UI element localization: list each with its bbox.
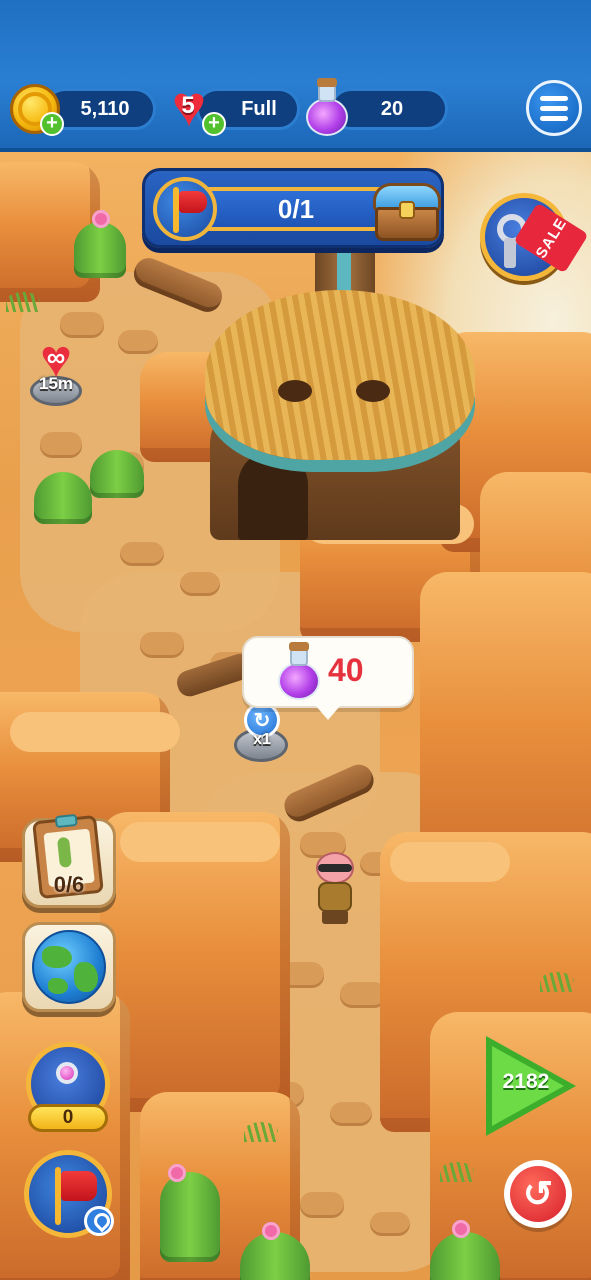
cliff-top: [120, 822, 280, 862]
cliff-top: [390, 842, 510, 882]
potion-icon: [304, 78, 350, 136]
grass-tuft: [540, 972, 574, 992]
sale-label: SALE: [532, 214, 570, 262]
hut-door: [238, 450, 308, 540]
path-stone: [180, 572, 220, 596]
grass-tuft: [440, 1162, 474, 1182]
unlimited-lives-timer: 15m: [38, 374, 74, 393]
cactus-flower: [452, 1220, 470, 1238]
quest-progress-bar[interactable]: 0/1: [142, 168, 444, 248]
cactus: [34, 472, 92, 524]
hut-roof: [205, 290, 475, 460]
path-stone: [300, 1192, 344, 1218]
globe-icon: [32, 930, 106, 1004]
infinity-symbol: ∞: [46, 342, 66, 372]
cactus: [90, 450, 144, 498]
lives-status: Full: [241, 97, 277, 120]
keys-count: 0: [28, 1104, 108, 1132]
reward-bubble[interactable]: 40: [242, 636, 414, 720]
treasure-chest-icon: [373, 179, 441, 243]
cactus: [160, 1172, 220, 1262]
cactus-flower: [262, 1222, 280, 1240]
undo-arrow-icon[interactable]: ↺: [510, 1166, 566, 1222]
quest-progress-text: 0/1: [277, 193, 315, 224]
plus-icon[interactable]: +: [202, 112, 226, 136]
plus-icon[interactable]: +: [40, 112, 64, 136]
collection-progress: 0/6: [53, 872, 85, 897]
location-pin-icon[interactable]: [84, 1206, 114, 1236]
cactus-flower: [92, 210, 110, 228]
play-level-number: 2182: [502, 1070, 550, 1093]
reward-amount: 40: [328, 652, 364, 688]
key-shaft: [504, 238, 516, 268]
coins-value: 5,110: [80, 97, 130, 120]
potions-value: 20: [380, 97, 404, 120]
keys-icon: [56, 1062, 78, 1084]
cactus-flower: [168, 1164, 186, 1182]
cactus: [74, 222, 126, 278]
potion-icon: [276, 642, 320, 700]
grass-tuft: [6, 292, 40, 312]
node-counter: x1: [253, 731, 271, 748]
red-flag-cloth: [61, 1171, 97, 1201]
hut-window: [356, 380, 390, 402]
red-flag-icon: [153, 177, 217, 241]
cliff-top: [10, 712, 180, 752]
path-stone: [120, 542, 164, 566]
pig-character: [310, 852, 360, 926]
quest-progress-track: 0/1: [201, 187, 391, 231]
path-stone: [140, 632, 184, 658]
path-stone: [118, 330, 158, 354]
grass-tuft: [244, 1122, 278, 1142]
hamburger-menu-icon[interactable]: [526, 80, 582, 136]
path-stone: [40, 432, 82, 458]
hut-window: [278, 380, 312, 402]
path-stone: [370, 1212, 410, 1236]
path-stone: [330, 1102, 372, 1126]
